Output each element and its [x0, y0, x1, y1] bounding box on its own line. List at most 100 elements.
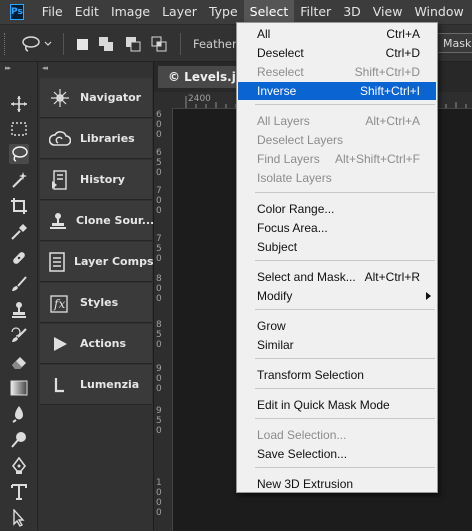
menu-item-load-selection[interactable]: Load Selection... [238, 426, 436, 444]
menu-item-transform-selection[interactable]: Transform Selection [238, 366, 436, 384]
menu-item-grow[interactable]: Grow [238, 317, 436, 335]
menu-select[interactable]: Select [243, 0, 295, 24]
select-and-mask-button[interactable]: Mask... [436, 33, 472, 53]
panel-actions[interactable]: Actions [40, 324, 152, 364]
panel-label: Layer Comps [74, 255, 154, 268]
history-icon [48, 168, 72, 192]
ruler-tick-label: 0 [156, 120, 162, 130]
blur-tool-icon[interactable] [9, 404, 29, 424]
menu-item-shortcut: Ctrl+A [386, 27, 420, 41]
menu-item-find-layers[interactable]: Find Layers Alt+Shift+Ctrl+F [238, 150, 436, 168]
clone-stamp-tool-icon[interactable] [9, 300, 29, 320]
menu-item-shortcut: Ctrl+D [385, 46, 420, 60]
panel-navigator[interactable]: Navigator [40, 78, 152, 118]
ruler-tick-label: 8 [156, 274, 162, 284]
menu-layer[interactable]: Layer [156, 0, 203, 24]
menu-separator [255, 418, 435, 419]
lasso-tool-icon[interactable] [9, 144, 29, 164]
menu-item-inverse[interactable]: Inverse Shift+Ctrl+I [238, 82, 436, 100]
vertical-ruler[interactable]: 6 0 0 6 5 0 7 0 0 7 5 0 8 0 0 8 5 0 9 0 … [154, 108, 173, 531]
lasso-preset-icon [22, 36, 52, 52]
menu-item-label: Reselect [257, 65, 304, 79]
panel-libraries[interactable]: Libraries [40, 119, 152, 159]
menu-item-label: Grow [257, 319, 286, 333]
menu-file[interactable]: File [36, 0, 69, 24]
menu-3d[interactable]: 3D [337, 0, 367, 24]
rectangular-marquee-tool-icon[interactable] [9, 119, 29, 139]
menu-separator [255, 260, 435, 261]
menu-item-subject[interactable]: Subject [238, 238, 436, 256]
menu-item-new-3d-extrusion[interactable]: New 3D Extrusion [238, 475, 436, 493]
menu-item-deselect[interactable]: Deselect Ctrl+D [238, 44, 436, 62]
menu-separator [255, 358, 435, 359]
subtract-from-selection-mode-icon[interactable] [125, 36, 141, 52]
panel-layer-comps[interactable]: Layer Comps [40, 242, 154, 282]
menu-image[interactable]: Image [105, 0, 156, 24]
add-to-selection-mode-icon[interactable] [98, 36, 114, 52]
ruler-tick-label: 9 [156, 406, 162, 416]
menu-item-isolate-layers[interactable]: Isolate Layers [238, 169, 436, 187]
menu-type[interactable]: Type [203, 0, 244, 24]
menu-item-save-selection[interactable]: Save Selection... [238, 445, 436, 463]
menu-item-label: Subject [257, 240, 298, 254]
eyedropper-tool-icon[interactable] [9, 222, 29, 242]
healing-brush-tool-icon[interactable] [9, 248, 29, 268]
menu-item-color-range[interactable]: Color Range... [238, 200, 436, 218]
menu-bar: Ps File Edit Image Layer Type Select Fil… [0, 0, 472, 24]
magic-wand-tool-icon[interactable] [9, 170, 29, 190]
dodge-tool-icon[interactable] [9, 430, 29, 450]
menu-item-deselect-layers[interactable]: Deselect Layers [238, 131, 436, 149]
menu-separator [255, 309, 435, 310]
panel-history[interactable]: History [40, 160, 152, 200]
collapse-arrows-icon[interactable]: ▸▸ [5, 64, 11, 72]
type-tool-icon[interactable] [9, 482, 29, 502]
menu-edit[interactable]: Edit [69, 0, 105, 24]
menu-item-modify[interactable]: Modify [238, 287, 436, 305]
tool-preset-picker[interactable] [20, 33, 54, 55]
menu-item-shortcut: Alt+Ctrl+A [365, 114, 420, 128]
svg-text:fx: fx [53, 297, 65, 311]
menu-item-shortcut: Shift+Ctrl+D [354, 65, 420, 79]
panel-styles[interactable]: fx Styles [40, 283, 152, 323]
ruler-tick-label: 0 [156, 284, 162, 294]
menu-item-focus-area[interactable]: Focus Area... [238, 219, 436, 237]
ruler-tick-label: 0 [156, 374, 162, 384]
move-tool-icon[interactable] [9, 94, 29, 114]
menu-item-shortcut: Alt+Ctrl+R [364, 270, 420, 284]
menu-item-shortcut: Alt+Shift+Ctrl+F [334, 152, 420, 166]
path-selection-tool-icon[interactable] [9, 508, 29, 528]
panel-lumenzia[interactable]: Lumenzia [40, 365, 152, 405]
menu-item-quick-mask[interactable]: Edit in Quick Mask Mode [238, 396, 436, 414]
brush-tool-icon[interactable] [9, 274, 29, 294]
menu-item-select-and-mask[interactable]: Select and Mask... Alt+Ctrl+R [238, 268, 436, 286]
gradient-tool-icon[interactable] [9, 378, 29, 398]
ruler-tick-label: 0 [156, 498, 162, 508]
ruler-tick-label: 7 [156, 234, 162, 244]
submenu-arrow-icon [426, 292, 431, 300]
expand-panels-icon[interactable]: ◂◂ [42, 64, 48, 72]
menu-view[interactable]: View [367, 0, 409, 24]
panel-label: Clone Sour... [76, 214, 155, 227]
menu-item-all-layers[interactable]: All Layers Alt+Ctrl+A [238, 112, 436, 130]
new-selection-mode-icon[interactable] [74, 36, 90, 52]
history-brush-tool-icon[interactable] [9, 326, 29, 346]
pen-tool-icon[interactable] [9, 456, 29, 476]
crop-tool-icon[interactable] [9, 196, 29, 216]
menu-item-reselect[interactable]: Reselect Shift+Ctrl+D [238, 63, 436, 81]
ruler-tick-label: 8 [156, 320, 162, 330]
ruler-tick-label: 0 [156, 340, 162, 350]
lumenzia-icon [48, 373, 72, 397]
panel-label: Libraries [80, 132, 135, 145]
menu-separator [255, 192, 435, 193]
menu-item-label: Inverse [257, 84, 297, 98]
menu-filter[interactable]: Filter [294, 0, 337, 24]
options-grip[interactable] [4, 33, 9, 55]
intersect-selection-mode-icon[interactable] [151, 36, 167, 52]
panel-clone-source[interactable]: Clone Sour... [40, 201, 155, 241]
menu-window[interactable]: Window [408, 0, 469, 24]
menu-item-all[interactable]: All Ctrl+A [238, 25, 436, 43]
eraser-tool-icon[interactable] [9, 352, 29, 372]
menu-item-similar[interactable]: Similar [238, 336, 436, 354]
menu-item-label: Deselect [257, 46, 304, 60]
ruler-tick-label: 6 [156, 148, 162, 158]
